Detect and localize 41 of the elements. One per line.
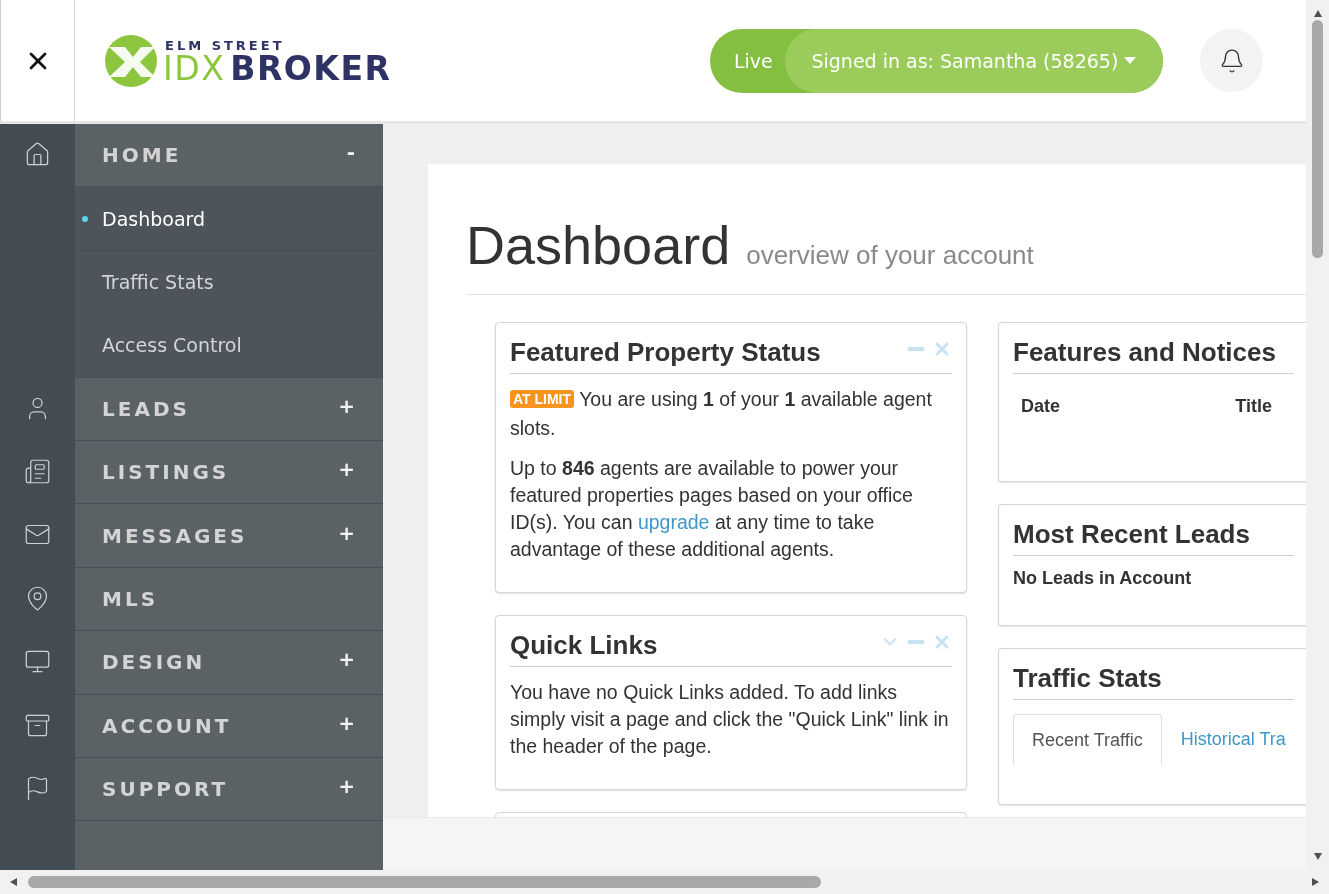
- toggle-sign: -: [346, 140, 355, 165]
- tab[interactable]: Recent Traffic: [1013, 714, 1162, 765]
- toggle-sign: +: [338, 393, 355, 418]
- nav-item[interactable]: Dashboard: [75, 187, 383, 251]
- scrollbar-thumb[interactable]: [1312, 20, 1323, 258]
- minus-icon: [908, 347, 924, 351]
- caret-icon: [1124, 56, 1137, 65]
- home-icon[interactable]: [24, 141, 51, 168]
- logo: ELM STREET IDX BROKER: [103, 32, 392, 89]
- scroll-up-arrow-icon[interactable]: [1312, 8, 1323, 18]
- toggle-sign: +: [338, 774, 355, 799]
- minus-icon: [908, 640, 924, 644]
- empty-message: No Leads in Account: [1013, 568, 1193, 589]
- card-title: Traffic Stats: [1013, 663, 1162, 694]
- toggle-sign: +: [338, 457, 355, 482]
- card-text: Up to 846 agents are available to power your featured properties pages based on your office ID(s). You can upgrade at any time to take advantage of these additional agents.: [510, 456, 914, 562]
- scrollbar-thumb[interactable]: [28, 876, 821, 888]
- live-label: Live: [733, 49, 774, 72]
- scroll-left-arrow-icon[interactable]: [8, 877, 18, 887]
- vertical-scrollbar[interactable]: [1306, 0, 1329, 870]
- card-text: You have no Quick Links added. To add links simply visit a page and click the "Quick Link" link in the header of the page.: [510, 680, 950, 759]
- column-header: Date: [1021, 396, 1060, 417]
- toggle-sign: +: [338, 520, 355, 545]
- nav-item[interactable]: Access Control: [75, 314, 383, 378]
- horizontal-scrollbar[interactable]: [0, 870, 1329, 894]
- column-header: Title: [1235, 396, 1272, 417]
- card-title: Quick Links: [510, 630, 658, 661]
- card-title: Most Recent Leads: [1013, 519, 1250, 550]
- toggle-sign: +: [338, 647, 355, 672]
- card-title: Featured Property Status: [510, 337, 821, 368]
- scroll-down-arrow-icon[interactable]: [1312, 852, 1323, 862]
- nav-item[interactable]: Traffic Stats: [75, 250, 383, 315]
- upgrade-link[interactable]: upgrade: [637, 511, 710, 533]
- scroll-right-arrow-icon[interactable]: [1311, 877, 1321, 887]
- card-title: Features and Notices: [1013, 337, 1276, 368]
- newspaper-icon[interactable]: [24, 457, 51, 485]
- logo-mark-icon: [103, 32, 159, 89]
- page-subtitle: overview of your account: [746, 240, 1034, 271]
- page-title: Dashboard: [466, 214, 731, 276]
- toggle-sign: +: [338, 710, 355, 735]
- status-badge: AT LIMIT: [510, 390, 575, 408]
